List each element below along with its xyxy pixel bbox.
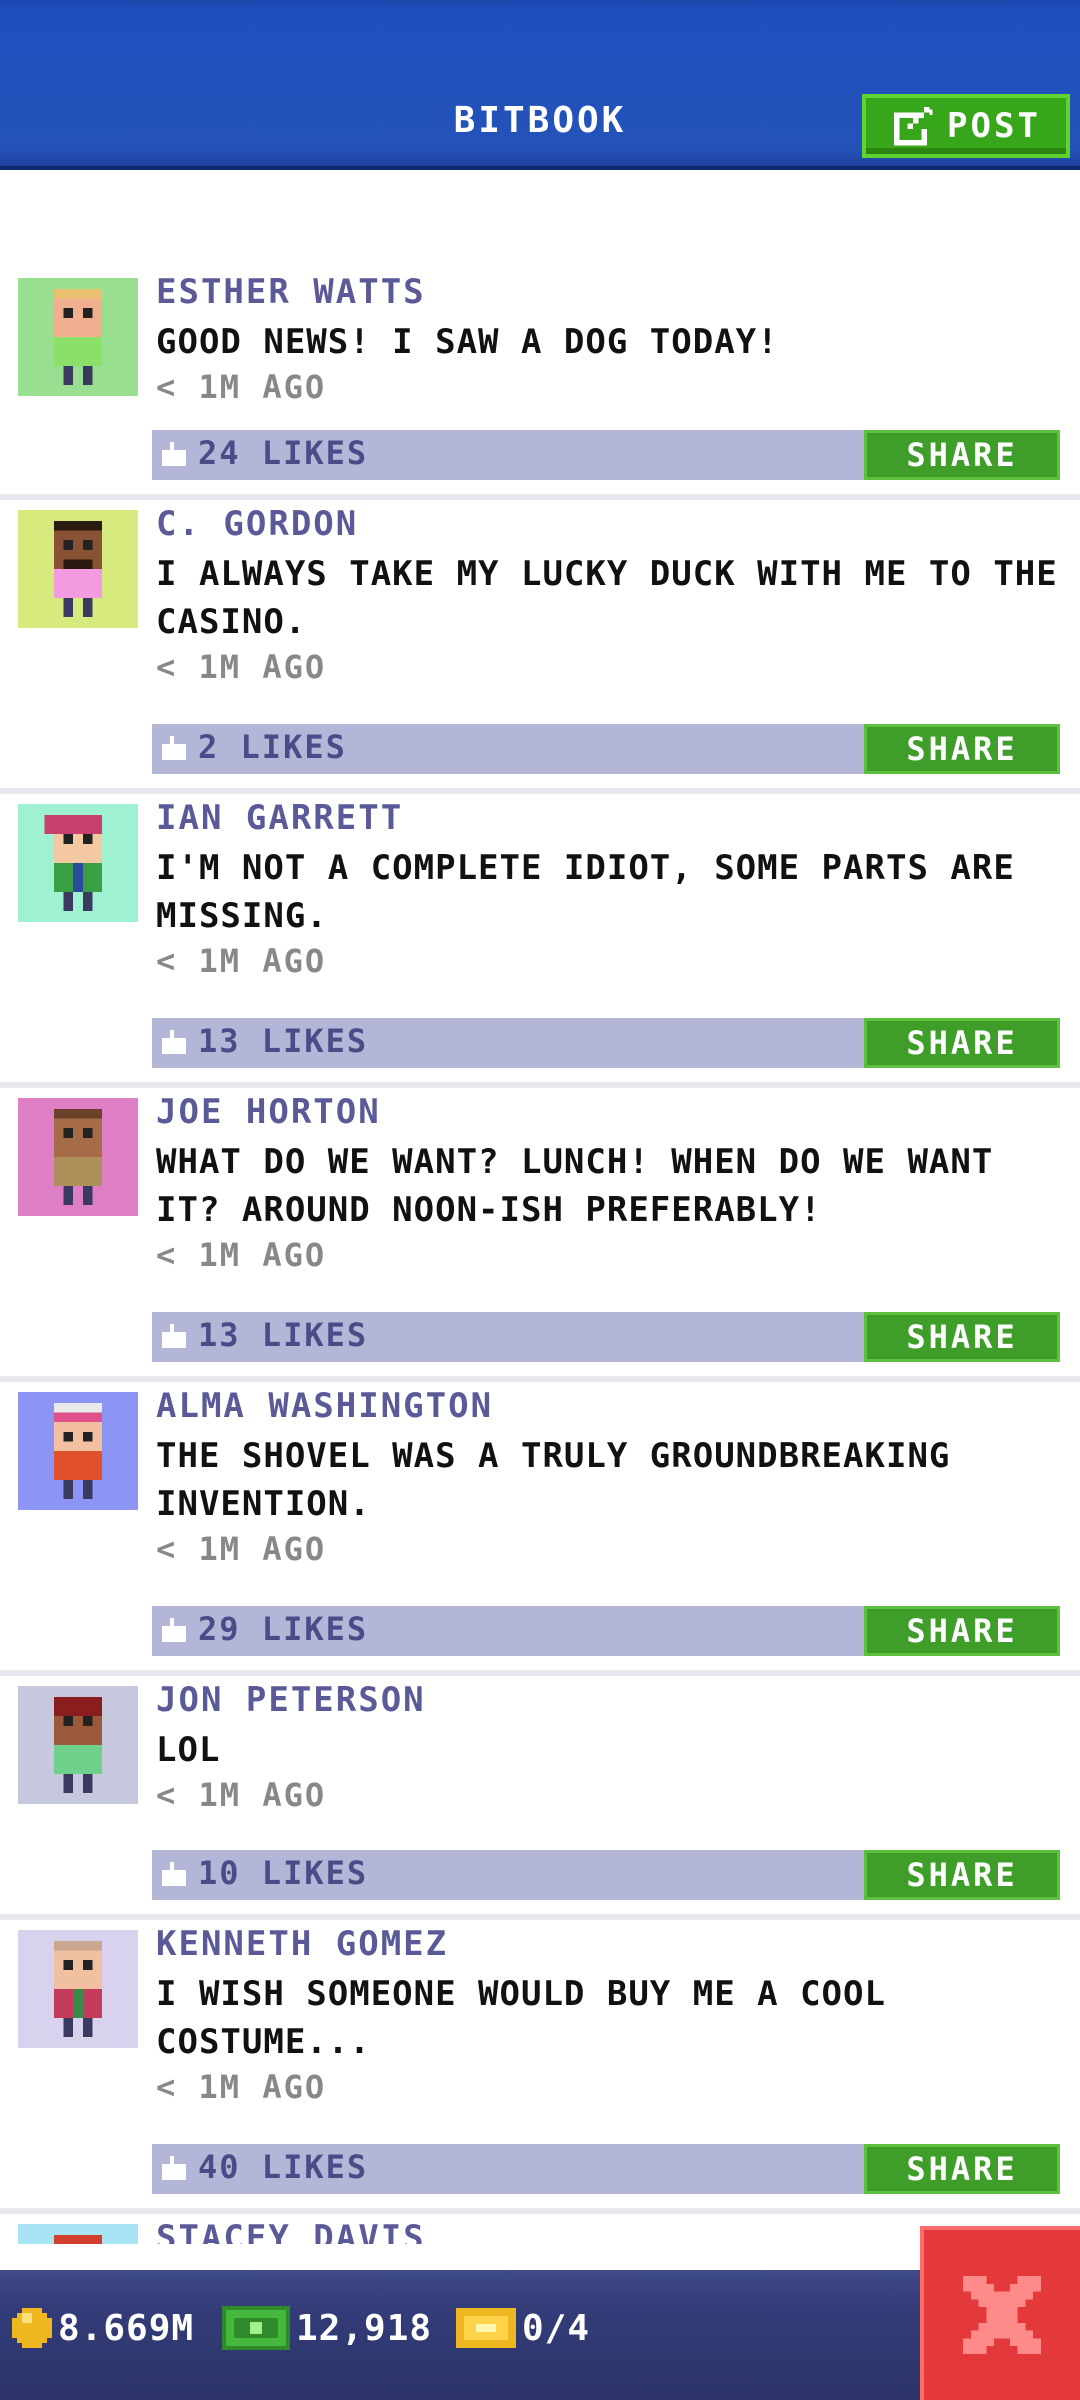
ticket-icon (456, 2308, 516, 2348)
character-avatar-icon (54, 289, 102, 385)
share-button[interactable]: SHARE (864, 1606, 1060, 1656)
tickets-stat: 0/4 (456, 2298, 590, 2358)
thumbs-up-icon[interactable] (162, 2156, 186, 2180)
feed-post: IAN GARRETT I'M NOT A COMPLETE IDIOT, SO… (0, 794, 1080, 1088)
like-bar: 13 LIKES SHARE (152, 1018, 1060, 1068)
avatar[interactable] (18, 2224, 138, 2244)
post-author[interactable]: KENNETH GOMEZ (156, 1924, 448, 1964)
character-avatar-icon (44, 815, 102, 911)
coins-value: 8.669M (58, 2307, 195, 2349)
character-avatar-icon (54, 2235, 102, 2244)
share-button[interactable]: SHARE (864, 430, 1060, 480)
news-feed[interactable]: ESTHER WATTS GOOD NEWS! I SAW A DOG TODA… (0, 268, 1080, 2244)
post-time: < 1M AGO (156, 1530, 327, 1568)
post-button[interactable]: POST (862, 94, 1070, 158)
like-bar: 24 LIKES SHARE (152, 430, 1060, 480)
feed-post: STACEY DAVIS (0, 2214, 1080, 2244)
feed-post: JOE HORTON WHAT DO WE WANT? LUNCH! WHEN … (0, 1088, 1080, 1382)
like-count: 29 LIKES (198, 1610, 369, 1648)
character-avatar-icon (54, 1941, 102, 2037)
like-count: 10 LIKES (198, 1854, 369, 1892)
app-header: BITBOOK POST (0, 0, 1080, 170)
like-bar: 29 LIKES SHARE (152, 1606, 1060, 1656)
close-icon (963, 2276, 1041, 2354)
post-time: < 1M AGO (156, 368, 327, 406)
feed-post: ALMA WASHINGTON THE SHOVEL WAS A TRULY G… (0, 1382, 1080, 1676)
post-text: I'M NOT A COMPLETE IDIOT, SOME PARTS ARE… (156, 848, 1015, 936)
feed-post: KENNETH GOMEZ I WISH SOMEONE WOULD BUY M… (0, 1920, 1080, 2214)
like-bar: 2 LIKES SHARE (152, 724, 1060, 774)
avatar[interactable] (18, 1098, 138, 1216)
post-time: < 1M AGO (156, 648, 327, 686)
avatar[interactable] (18, 1930, 138, 2048)
thumbs-up-icon[interactable] (162, 1324, 186, 1348)
post-time: < 1M AGO (156, 1236, 327, 1274)
close-button[interactable] (920, 2226, 1080, 2400)
post-time: < 1M AGO (156, 1776, 327, 1814)
like-count: 13 LIKES (198, 1022, 369, 1060)
coin-icon (12, 2308, 52, 2348)
character-avatar-icon (54, 1109, 102, 1205)
avatar[interactable] (18, 510, 138, 628)
post-time: < 1M AGO (156, 942, 327, 980)
bux-value: 12,918 (296, 2307, 433, 2349)
like-count: 40 LIKES (198, 2148, 369, 2186)
cash-icon (222, 2306, 290, 2350)
post-author[interactable]: STACEY DAVIS (156, 2218, 426, 2244)
post-text: I ALWAYS TAKE MY LUCKY DUCK WITH ME TO T… (156, 554, 1058, 642)
bux-stat: 12,918 (222, 2298, 432, 2358)
post-button-label: POST (947, 106, 1041, 146)
feed-post: ESTHER WATTS GOOD NEWS! I SAW A DOG TODA… (0, 268, 1080, 500)
avatar[interactable] (18, 1686, 138, 1804)
status-bar: 8.669M 12,918 0/4 (0, 2270, 1080, 2400)
post-author[interactable]: JOE HORTON (156, 1092, 381, 1132)
tickets-value: 0/4 (522, 2307, 591, 2349)
share-button[interactable]: SHARE (864, 1018, 1060, 1068)
post-text: I WISH SOMEONE WOULD BUY ME A COOL COSTU… (156, 1974, 886, 2062)
thumbs-up-icon[interactable] (162, 1618, 186, 1642)
share-button[interactable]: SHARE (864, 1850, 1060, 1900)
feed-post: JON PETERSON LOL < 1M AGO 10 LIKES SHARE (0, 1676, 1080, 1920)
post-author[interactable]: ESTHER WATTS (156, 272, 426, 312)
post-author[interactable]: JON PETERSON (156, 1680, 426, 1720)
feed-post: C. GORDON I ALWAYS TAKE MY LUCKY DUCK WI… (0, 500, 1080, 794)
share-button[interactable]: SHARE (864, 724, 1060, 774)
like-bar: 40 LIKES SHARE (152, 2144, 1060, 2194)
edit-icon (893, 106, 933, 146)
like-bar: 13 LIKES SHARE (152, 1312, 1060, 1362)
character-avatar-icon (54, 1697, 102, 1793)
post-author[interactable]: IAN GARRETT (156, 798, 403, 838)
post-author[interactable]: ALMA WASHINGTON (156, 1386, 493, 1426)
thumbs-up-icon[interactable] (162, 1030, 186, 1054)
character-avatar-icon (54, 1403, 102, 1499)
thumbs-up-icon[interactable] (162, 1862, 186, 1886)
post-time: < 1M AGO (156, 2068, 327, 2106)
post-text: GOOD NEWS! I SAW A DOG TODAY! (156, 322, 779, 362)
avatar[interactable] (18, 1392, 138, 1510)
like-count: 13 LIKES (198, 1316, 369, 1354)
like-bar: 10 LIKES SHARE (152, 1850, 1060, 1900)
share-button[interactable]: SHARE (864, 2144, 1060, 2194)
character-avatar-icon (54, 521, 102, 617)
share-button[interactable]: SHARE (864, 1312, 1060, 1362)
coins-stat: 8.669M (12, 2298, 194, 2358)
thumbs-up-icon[interactable] (162, 736, 186, 760)
post-text: LOL (156, 1730, 221, 1770)
like-count: 2 LIKES (198, 728, 347, 766)
post-author[interactable]: C. GORDON (156, 504, 358, 544)
like-count: 24 LIKES (198, 434, 369, 472)
post-text: WHAT DO WE WANT? LUNCH! WHEN DO WE WANT … (156, 1142, 994, 1230)
post-text: THE SHOVEL WAS A TRULY GROUNDBREAKING IN… (156, 1436, 951, 1524)
avatar[interactable] (18, 278, 138, 396)
thumbs-up-icon[interactable] (162, 442, 186, 466)
avatar[interactable] (18, 804, 138, 922)
